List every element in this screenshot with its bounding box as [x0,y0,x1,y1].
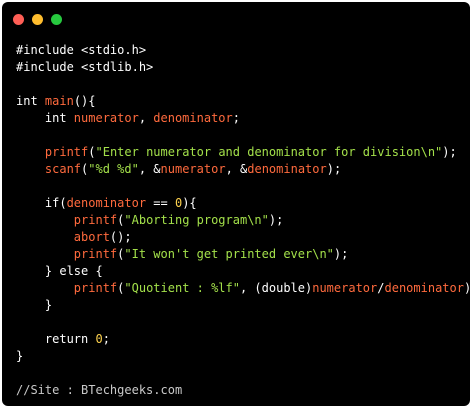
code-line: } else { [16,263,474,280]
code-line: int main(){ [16,93,474,110]
code-token-directive: #include <stdio.h> [16,43,147,57]
code-token-plain: ; [232,111,240,125]
code-token-plain: } [16,298,53,312]
code-block: #include <stdio.h> #include <stdlib.h> in… [16,42,474,399]
code-token-plain: / [377,281,385,295]
code-token-func: printf [73,247,118,261]
maximize-button[interactable] [51,14,62,25]
code-token-string: "It won't get printed ever\n" [124,247,334,261]
code-token-plain: == [146,196,175,210]
code-line: printf("Quotient : %lf", (double)numerat… [16,280,474,297]
window-titlebar [13,14,62,26]
code-token-keyword: int [16,111,74,125]
close-button[interactable] [13,14,24,25]
code-token-var: numerator [160,162,226,176]
code-token-plain: , & [138,162,161,176]
code-token-plain: , & [225,162,248,176]
code-line: return 0; [16,331,474,348]
code-token-plain: , [138,111,154,125]
code-token-func: abort [73,230,110,244]
code-line: printf("It won't get printed ever\n"); [16,246,474,263]
code-token-func: main [44,94,74,108]
code-token-plain: ){ [182,196,197,210]
code-token-var: numerator [312,281,378,295]
code-token-keyword: if( [16,196,67,210]
code-token-var: denominator [247,162,327,176]
code-line: printf("Enter numerator and denominator … [16,144,474,161]
code-token-func: printf [73,281,118,295]
code-token-plain: ); [268,213,284,227]
code-token-string: "Enter numerator and denominator for div… [95,145,443,159]
code-line: printf("Aborting program\n"); [16,212,474,229]
code-token-string: "Aborting program\n" [124,213,269,227]
code-line: } [16,348,474,365]
code-window: #include <stdio.h> #include <stdlib.h> in… [2,2,474,406]
code-line: abort(); [16,229,474,246]
code-token-func: scanf [44,162,82,176]
code-line: //Site : BTechgeeks.com [16,382,474,399]
code-token-plain: ( [88,145,96,159]
code-token-plain: ); [333,247,349,261]
code-token-string: "Quotient : %lf" [124,281,240,295]
code-token-plain: ); [442,145,457,159]
code-token-plain: } [16,349,24,363]
code-token-plain: ); [326,162,342,176]
code-line: #include <stdlib.h> [16,59,474,76]
code-line: #include <stdio.h> [16,42,474,59]
code-token-plain: ); [463,281,474,295]
code-line: if(denominator == 0){ [16,195,474,212]
code-token-plain: (); [109,230,132,244]
code-token-keyword: int [16,94,45,108]
code-token-keyword: } else { [16,264,103,278]
code-line: int numerator, denominator; [16,110,474,127]
code-line: } [16,297,474,314]
code-token-plain: , (double) [239,281,313,295]
code-token-keyword: return [16,332,96,346]
code-token-var: denominator [384,281,464,295]
code-token-var: numerator [73,111,139,125]
code-token-func: printf [44,145,89,159]
code-token-plain: ; [102,332,110,346]
code-token-var: denominator [66,196,147,210]
code-token-plain: (){ [73,94,96,108]
code-token-func: printf [73,213,118,227]
code-line: scanf("%d %d", &numerator, &denominator)… [16,161,474,178]
code-token-directive: #include <stdlib.h> [16,60,154,74]
code-token-number: 0 [95,332,103,346]
code-token-comment: //Site : BTechgeeks.com [16,383,183,397]
code-token-var: denominator [153,111,233,125]
minimize-button[interactable] [32,14,43,25]
code-token-string: "%d %d" [88,162,139,176]
